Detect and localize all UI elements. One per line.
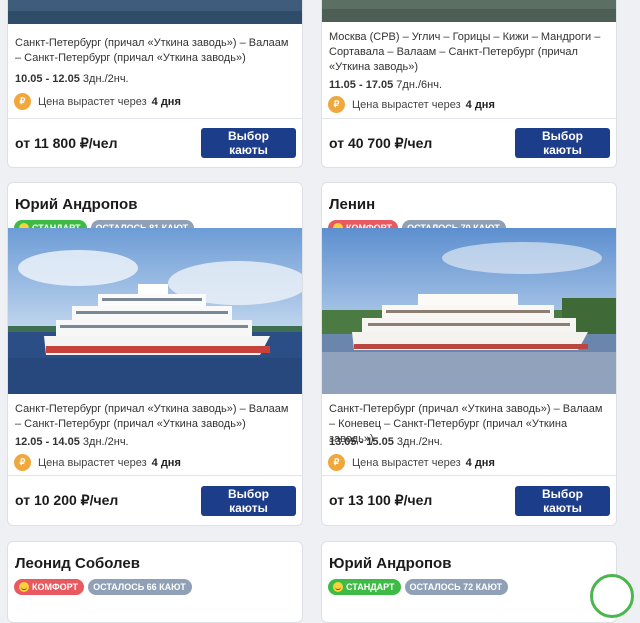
divider bbox=[8, 118, 302, 119]
ruble-icon: ₽ bbox=[14, 454, 31, 471]
cruise-card[interactable]: Юрий Андропов Стандарт Осталось 81 кают … bbox=[7, 182, 303, 526]
select-cabin-button[interactable]: Выбор каюты bbox=[201, 486, 296, 516]
cruise-card[interactable]: Юрий Андропов Стандарт Осталось 72 кают bbox=[321, 541, 617, 623]
route-text: Санкт-Петербург (причал «Уткина заводь»)… bbox=[15, 403, 289, 430]
price-increase-note: ₽ Цена вырастет через 4 дня bbox=[328, 454, 495, 471]
select-cabin-button[interactable]: Выбор каюты bbox=[201, 128, 296, 158]
cruise-card[interactable]: Москва (СРВ) – Углич – Горицы – Кижи – М… bbox=[321, 0, 617, 168]
price-increase-note: ₽ Цена вырастет через 4 дня bbox=[328, 96, 495, 113]
price: от 10 200 ₽/чел bbox=[15, 492, 119, 508]
price: от 11 800 ₽/чел bbox=[15, 135, 118, 151]
smile-icon bbox=[333, 582, 343, 592]
ship-name[interactable]: Леонид Соболев bbox=[15, 555, 140, 572]
select-cabin-button[interactable]: Выбор каюты bbox=[515, 128, 610, 158]
ship-photo[interactable] bbox=[322, 0, 616, 22]
price: от 13 100 ₽/чел bbox=[329, 492, 433, 508]
route-text: Москва (СРВ) – Углич – Горицы – Кижи – М… bbox=[329, 31, 601, 73]
route-text: Санкт-Петербург (причал «Уткина заводь»)… bbox=[15, 37, 289, 64]
chat-widget-icon[interactable] bbox=[590, 574, 634, 618]
price-increase-note: ₽ Цена вырастет через 4 дня bbox=[14, 93, 181, 110]
ship-name[interactable]: Ленин bbox=[329, 196, 375, 213]
class-badge: Стандарт bbox=[328, 579, 401, 595]
ruble-icon: ₽ bbox=[14, 93, 31, 110]
cruise-card[interactable]: Санкт-Петербург (причал «Уткина заводь»)… bbox=[7, 0, 303, 168]
ship-photo[interactable] bbox=[322, 228, 616, 394]
divider bbox=[322, 475, 616, 476]
ship-photo[interactable] bbox=[8, 228, 302, 394]
ship-name[interactable]: Юрий Андропов bbox=[329, 555, 451, 572]
divider bbox=[8, 475, 302, 476]
class-badge: Комфорт bbox=[14, 579, 85, 595]
dates-text: 12.05 - 14.05 3дн./2нч. bbox=[15, 436, 129, 448]
ship-name[interactable]: Юрий Андропов bbox=[15, 196, 137, 213]
cabins-left-badge: Осталось 66 кают bbox=[88, 579, 192, 595]
dates-text: 10.05 - 12.05 3дн./2нч. bbox=[15, 73, 129, 85]
heart-eyes-icon bbox=[19, 582, 29, 592]
dates-text: 11.05 - 17.05 7дн./6нч. bbox=[329, 79, 442, 91]
select-cabin-button[interactable]: Выбор каюты bbox=[515, 486, 610, 516]
ruble-icon: ₽ bbox=[328, 96, 345, 113]
cruise-card[interactable]: Леонид Соболев Комфорт Осталось 66 кают bbox=[7, 541, 303, 623]
dates-text: 13.05 - 15.05 3дн./2нч. bbox=[329, 436, 443, 448]
badges: Стандарт Осталось 72 кают bbox=[328, 579, 509, 595]
ship-photo[interactable] bbox=[8, 0, 302, 24]
badges: Комфорт Осталось 66 кают bbox=[14, 579, 192, 595]
ruble-icon: ₽ bbox=[328, 454, 345, 471]
price: от 40 700 ₽/чел bbox=[329, 135, 433, 151]
cruise-card[interactable]: Ленин Комфорт Осталось 70 кают Санкт-Пет… bbox=[321, 182, 617, 526]
cabins-left-badge: Осталось 72 кают bbox=[404, 579, 509, 595]
price-increase-note: ₽ Цена вырастет через 4 дня bbox=[14, 454, 181, 471]
divider bbox=[322, 118, 616, 119]
